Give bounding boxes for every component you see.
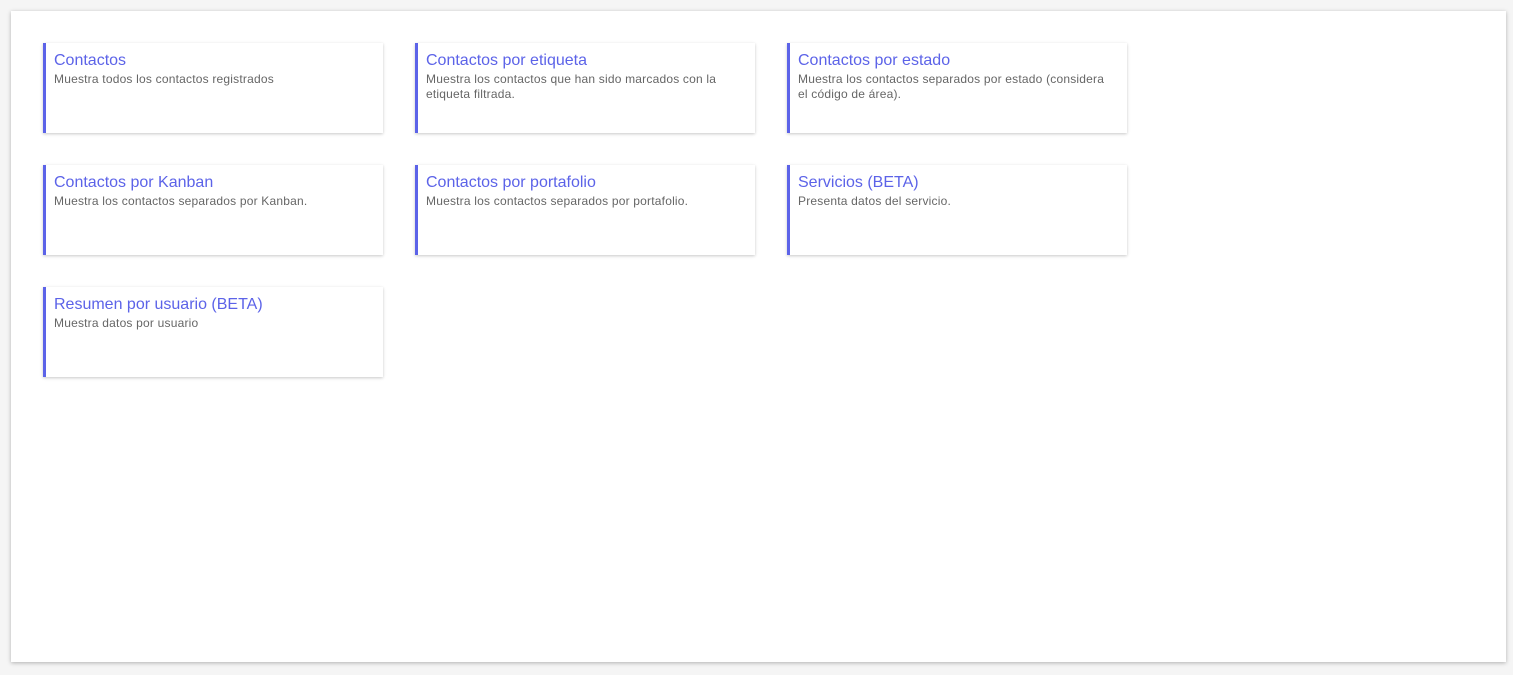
report-card-grid: Contactos Muestra todos los contactos re… [43,43,1127,377]
report-card-title: Servicios (BETA) [798,174,919,191]
report-card-title: Contactos por Kanban [54,174,214,191]
report-card-description: Muestra los contactos separados por port… [426,194,689,208]
report-card-description: Presenta datos del servicio. [798,194,952,208]
report-card-description: Muestra todos los contactos registrados [54,72,274,86]
report-card-contactos-por-portafolio[interactable]: Contactos por portafolio Muestra los con… [415,165,755,255]
report-card-title: Contactos [54,52,127,69]
report-card-description: Muestra los contactos separados por Kanb… [54,194,308,208]
report-card-contactos-por-estado[interactable]: Contactos por estado Muestra los contact… [787,43,1127,133]
report-card-servicios[interactable]: Servicios (BETA) Presenta datos del serv… [787,165,1127,255]
report-card-description: Muestra datos por usuario [54,316,199,330]
report-card-title: Resumen por usuario (BETA) [54,296,263,313]
report-card-title: Contactos por etiqueta [426,52,587,69]
report-card-description: Muestra los contactos que han sido marca… [426,72,717,101]
report-card-contactos-por-kanban[interactable]: Contactos por Kanban Muestra los contact… [43,165,383,255]
report-card-description: Muestra los contactos separados por esta… [798,72,1105,101]
reports-panel: Contactos Muestra todos los contactos re… [11,11,1506,662]
report-card-title: Contactos por estado [798,52,951,69]
report-card-contactos[interactable]: Contactos Muestra todos los contactos re… [43,43,383,133]
report-card-resumen-por-usuario[interactable]: Resumen por usuario (BETA) Muestra datos… [43,287,383,377]
report-card-title: Contactos por portafolio [426,174,596,191]
report-card-contactos-por-etiqueta[interactable]: Contactos por etiqueta Muestra los conta… [415,43,755,133]
